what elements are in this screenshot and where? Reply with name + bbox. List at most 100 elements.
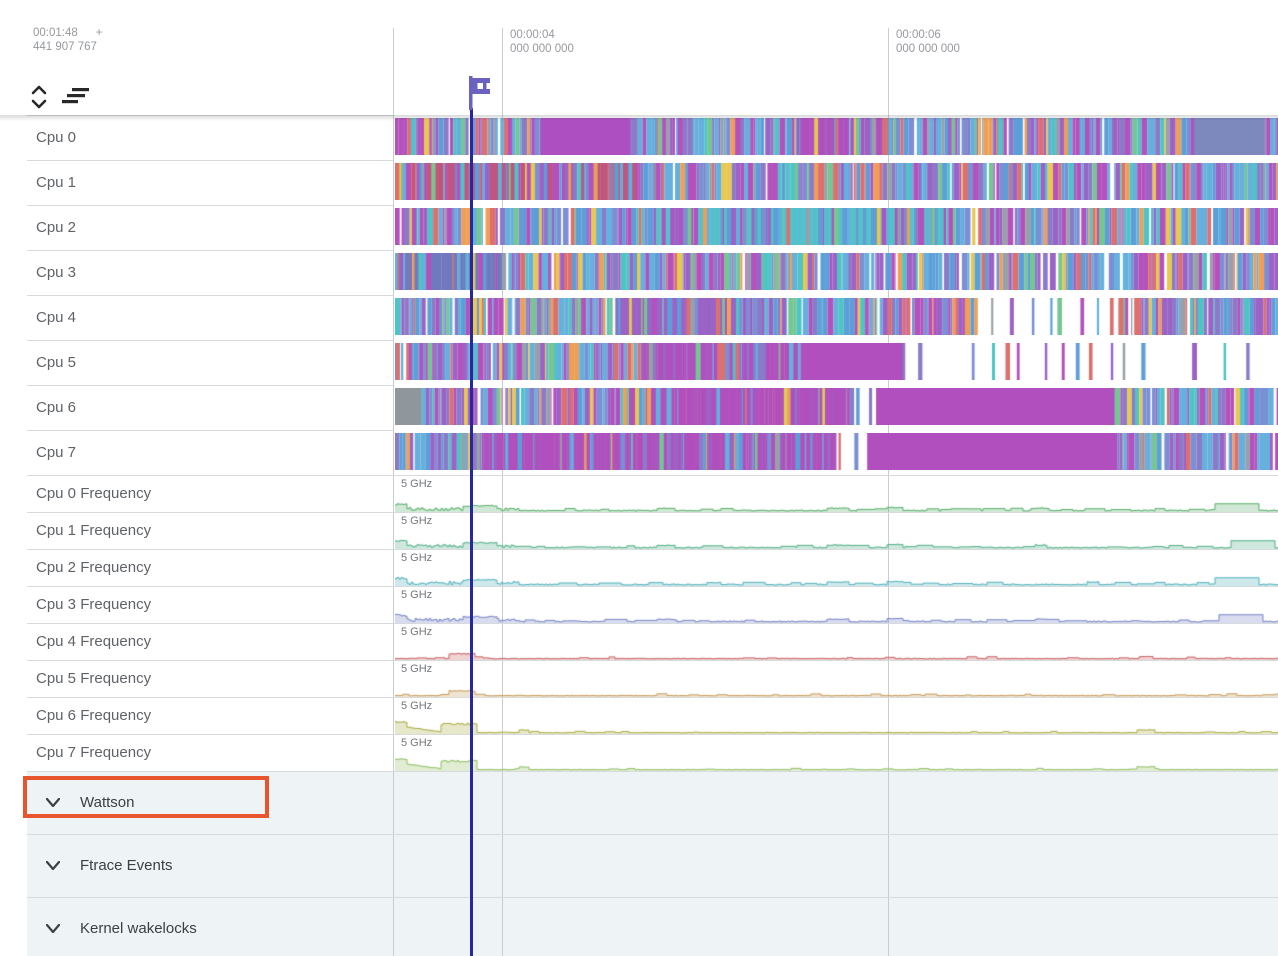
chevron-down-icon[interactable] xyxy=(46,897,60,956)
counter-scale-label: 5 GHz xyxy=(401,700,432,712)
track-label-cpu-2[interactable]: Cpu 2 xyxy=(36,205,76,250)
sched-track-canvas-cpu-0[interactable] xyxy=(395,118,1278,155)
counter-scale-label: 5 GHz xyxy=(401,737,432,749)
row-separator xyxy=(27,549,1278,550)
row-separator xyxy=(27,250,393,251)
track-label-cpu-6-frequency[interactable]: Cpu 6 Frequency xyxy=(36,697,151,734)
row-separator xyxy=(27,834,1278,835)
tick-time: 00:00:04 xyxy=(510,28,574,42)
sched-track-canvas-cpu-1[interactable] xyxy=(395,163,1278,200)
counter-scale-label: 5 GHz xyxy=(401,589,432,601)
group-row-wattson[interactable]: Wattson xyxy=(0,771,1278,834)
group-label-wattson[interactable]: Wattson xyxy=(80,771,134,834)
track-row-cpu-4-frequency: Cpu 4 Frequency 5 GHz xyxy=(0,623,1278,660)
sched-track-canvas-cpu-7[interactable] xyxy=(395,433,1278,470)
sort-tracks-icon[interactable] xyxy=(62,87,92,110)
freq-track-canvas-cpu-7-frequency[interactable] xyxy=(395,757,1278,771)
track-row-cpu-3-frequency: Cpu 3 Frequency 5 GHz xyxy=(0,586,1278,623)
track-row-cpu-7: Cpu 7 xyxy=(0,430,1278,475)
track-label-cpu-3-frequency[interactable]: Cpu 3 Frequency xyxy=(36,586,151,623)
row-separator xyxy=(27,475,1278,476)
row-separator xyxy=(27,897,1278,898)
chevron-down-icon[interactable] xyxy=(46,771,60,834)
track-label-cpu-6[interactable]: Cpu 6 xyxy=(36,385,76,430)
clock-time: 00:01:48 xyxy=(33,27,78,39)
row-separator xyxy=(27,660,1278,661)
track-label-cpu-1[interactable]: Cpu 1 xyxy=(36,160,76,205)
sched-track-canvas-cpu-5[interactable] xyxy=(395,343,1278,380)
chevron-down-icon[interactable] xyxy=(46,834,60,897)
clock-offset-sign: + xyxy=(96,27,103,39)
row-separator xyxy=(27,340,393,341)
freq-track-canvas-cpu-1-frequency[interactable] xyxy=(395,535,1278,549)
tick-nanos: 000 000 000 xyxy=(510,42,574,56)
row-separator xyxy=(27,430,393,431)
counter-scale-label: 5 GHz xyxy=(401,552,432,564)
track-label-cpu-0[interactable]: Cpu 0 xyxy=(36,115,76,160)
tick-time: 00:00:06 xyxy=(896,28,960,42)
group-row-background xyxy=(27,771,1278,834)
group-row-ftrace-events[interactable]: Ftrace Events xyxy=(0,834,1278,897)
track-row-cpu-6: Cpu 6 xyxy=(0,385,1278,430)
counter-scale-label: 5 GHz xyxy=(401,663,432,675)
row-separator xyxy=(27,295,393,296)
row-separator xyxy=(27,586,1278,587)
sched-track-canvas-cpu-3[interactable] xyxy=(395,253,1278,290)
group-label-ftrace-events[interactable]: Ftrace Events xyxy=(80,834,173,897)
track-label-cpu-4[interactable]: Cpu 4 xyxy=(36,295,76,340)
expand-collapse-tracks-icon[interactable] xyxy=(30,84,48,115)
row-separator xyxy=(27,205,393,206)
track-label-cpu-5[interactable]: Cpu 5 xyxy=(36,340,76,385)
freq-track-canvas-cpu-3-frequency[interactable] xyxy=(395,609,1278,623)
counter-scale-label: 5 GHz xyxy=(401,626,432,638)
track-label-cpu-2-frequency[interactable]: Cpu 2 Frequency xyxy=(36,549,151,586)
track-row-cpu-3: Cpu 3 xyxy=(0,250,1278,295)
track-label-cpu-7[interactable]: Cpu 7 xyxy=(36,430,76,475)
row-separator xyxy=(27,697,1278,698)
track-row-cpu-7-frequency: Cpu 7 Frequency 5 GHz xyxy=(0,734,1278,771)
track-row-cpu-5-frequency: Cpu 5 Frequency 5 GHz xyxy=(0,660,1278,697)
row-separator xyxy=(27,115,393,116)
group-row-background xyxy=(27,897,1278,956)
track-label-cpu-3[interactable]: Cpu 3 xyxy=(36,250,76,295)
track-row-cpu-4: Cpu 4 xyxy=(0,295,1278,340)
track-label-cpu-1-frequency[interactable]: Cpu 1 Frequency xyxy=(36,512,151,549)
track-row-cpu-5: Cpu 5 xyxy=(0,340,1278,385)
counter-scale-label: 5 GHz xyxy=(401,478,432,490)
counter-scale-label: 5 GHz xyxy=(401,515,432,527)
freq-track-canvas-cpu-0-frequency[interactable] xyxy=(395,498,1278,512)
group-row-background xyxy=(27,834,1278,897)
track-label-cpu-7-frequency[interactable]: Cpu 7 Frequency xyxy=(36,734,151,771)
freq-track-canvas-cpu-5-frequency[interactable] xyxy=(395,683,1278,697)
viewport-clock: 00:01:48 + 441 907 767 xyxy=(33,26,102,54)
group-label-kernel-wakelocks[interactable]: Kernel wakelocks xyxy=(80,897,197,956)
row-separator xyxy=(27,771,1278,772)
ruler-tick-label: 00:00:04000 000 000 xyxy=(510,28,574,56)
track-label-cpu-5-frequency[interactable]: Cpu 5 Frequency xyxy=(36,660,151,697)
track-area-boundary-line xyxy=(393,28,394,956)
track-label-cpu-0-frequency[interactable]: Cpu 0 Frequency xyxy=(36,475,151,512)
sched-track-canvas-cpu-2[interactable] xyxy=(395,208,1278,245)
track-row-cpu-2: Cpu 2 xyxy=(0,205,1278,250)
row-separator xyxy=(27,734,1278,735)
timeline-viewport: 00:01:48+ 441 907 767 00:00:04000 000 00… xyxy=(0,0,1278,956)
group-row-kernel-wakelocks[interactable]: Kernel wakelocks xyxy=(0,897,1278,956)
track-row-cpu-0-frequency: Cpu 0 Frequency 5 GHz xyxy=(0,475,1278,512)
flag-marker-icon[interactable] xyxy=(464,74,494,117)
timeline-cursor-line xyxy=(470,108,473,956)
freq-track-canvas-cpu-6-frequency[interactable] xyxy=(395,720,1278,734)
row-separator xyxy=(27,385,393,386)
freq-track-canvas-cpu-4-frequency[interactable] xyxy=(395,646,1278,660)
ruler-tick-label: 00:00:06000 000 000 xyxy=(896,28,960,56)
track-row-cpu-1-frequency: Cpu 1 Frequency 5 GHz xyxy=(0,512,1278,549)
track-row-cpu-1: Cpu 1 xyxy=(0,160,1278,205)
track-row-cpu-0: Cpu 0 xyxy=(0,115,1278,160)
row-separator xyxy=(27,512,1278,513)
freq-track-canvas-cpu-2-frequency[interactable] xyxy=(395,572,1278,586)
sched-track-canvas-cpu-4[interactable] xyxy=(395,298,1278,335)
sched-track-canvas-cpu-6[interactable] xyxy=(395,388,1278,425)
track-label-cpu-4-frequency[interactable]: Cpu 4 Frequency xyxy=(36,623,151,660)
clock-nanos: 441 907 767 xyxy=(33,40,102,54)
tick-nanos: 000 000 000 xyxy=(896,42,960,56)
track-row-cpu-2-frequency: Cpu 2 Frequency 5 GHz xyxy=(0,549,1278,586)
